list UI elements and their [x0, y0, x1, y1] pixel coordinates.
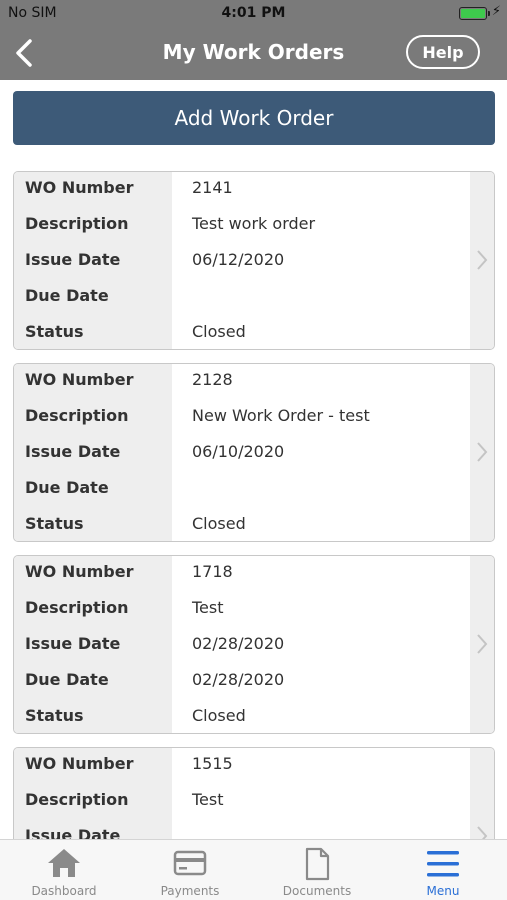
due-date-row: Due Date [14, 472, 470, 508]
status-row: Status Closed [14, 508, 470, 541]
issue-date-value: 06/10/2020 [192, 442, 285, 461]
due-date-row: Due Date [14, 280, 470, 316]
tab-menu[interactable]: Menu [380, 840, 506, 900]
tab-payments-label: Payments [160, 884, 220, 898]
wo-number-label: WO Number [25, 562, 134, 581]
status-value: Closed [192, 706, 246, 725]
wo-number-row: WO Number 2141 [14, 172, 470, 208]
work-order-card[interactable]: WO Number 1515 Description Test Issue Da… [13, 747, 495, 839]
status-row: Status Closed [14, 316, 470, 349]
description-row: Description Test [14, 592, 470, 628]
due-date-value: 02/28/2020 [192, 670, 285, 689]
description-value: Test [192, 598, 224, 617]
wo-number-label: WO Number [25, 754, 134, 773]
chevron-right-icon [477, 250, 488, 270]
description-value: Test work order [192, 214, 316, 233]
wo-number-value: 1718 [192, 562, 233, 581]
tab-dashboard[interactable]: Dashboard [1, 840, 127, 900]
issue-date-label: Issue Date [25, 826, 121, 839]
wo-number-label: WO Number [25, 370, 134, 389]
tab-documents-label: Documents [282, 884, 352, 898]
work-order-card[interactable]: WO Number 2128 Description New Work Orde… [13, 363, 495, 542]
chevron-right-icon [477, 442, 488, 462]
issue-date-label: Issue Date [25, 634, 121, 653]
work-order-card[interactable]: WO Number 2141 Description Test work ord… [13, 171, 495, 350]
document-icon [305, 847, 330, 881]
wo-number-value: 1515 [192, 754, 233, 773]
status-value: Closed [192, 322, 246, 341]
description-row: Description New Work Order - test [14, 400, 470, 436]
issue-date-row: Issue Date 06/10/2020 [14, 436, 470, 472]
description-label: Description [25, 214, 129, 233]
chevron-right-icon [477, 634, 488, 654]
help-button[interactable]: Help [406, 35, 480, 69]
due-date-label: Due Date [25, 670, 109, 689]
description-label: Description [25, 598, 129, 617]
description-label: Description [25, 406, 129, 425]
status-label: Status [25, 322, 84, 341]
wo-number-row: WO Number 1515 [14, 748, 470, 784]
description-value: New Work Order - test [192, 406, 370, 425]
issue-date-row: Issue Date 02/28/2020 [14, 628, 470, 664]
issue-date-label: Issue Date [25, 442, 121, 461]
wo-number-row: WO Number 2128 [14, 364, 470, 400]
due-date-label: Due Date [25, 478, 109, 497]
status-label: Status [25, 706, 84, 725]
tab-payments[interactable]: Payments [127, 840, 253, 900]
battery-icon [459, 7, 490, 20]
status-label: Status [25, 514, 84, 533]
due-date-label: Due Date [25, 286, 109, 305]
wo-number-value: 2141 [192, 178, 233, 197]
wo-number-label: WO Number [25, 178, 134, 197]
issue-date-label: Issue Date [25, 250, 121, 269]
chevron-right-icon [477, 826, 488, 839]
description-row: Description Test [14, 784, 470, 820]
tab-bar: Dashboard Payments Documents Menu [0, 839, 507, 900]
wo-number-value: 2128 [192, 370, 233, 389]
status-value: Closed [192, 514, 246, 533]
navigation-bar: My Work Orders Help [0, 26, 507, 80]
add-work-order-button[interactable]: Add Work Order [13, 91, 495, 145]
issue-date-row: Issue Date [14, 820, 470, 839]
status-row: Status Closed [14, 700, 470, 733]
description-value: Test [192, 790, 224, 809]
menu-icon [427, 851, 459, 877]
issue-date-row: Issue Date 06/12/2020 [14, 244, 470, 280]
wo-number-row: WO Number 1718 [14, 556, 470, 592]
description-row: Description Test work order [14, 208, 470, 244]
clock: 4:01 PM [221, 5, 286, 21]
work-order-list: WO Number 2141 Description Test work ord… [13, 171, 495, 839]
home-icon [48, 849, 80, 877]
status-bar: No SIM 4:01 PM ⚡ [0, 0, 507, 26]
bolt-icon: ⚡ [491, 4, 501, 19]
credit-card-icon [173, 850, 207, 876]
due-date-row: Due Date 02/28/2020 [14, 664, 470, 700]
tab-documents[interactable]: Documents [254, 840, 380, 900]
work-order-card[interactable]: WO Number 1718 Description Test Issue Da… [13, 555, 495, 734]
description-label: Description [25, 790, 129, 809]
tab-menu-label: Menu [426, 884, 460, 898]
issue-date-value: 02/28/2020 [192, 634, 285, 653]
issue-date-value: 06/12/2020 [192, 250, 285, 269]
tab-dashboard-label: Dashboard [31, 884, 97, 898]
